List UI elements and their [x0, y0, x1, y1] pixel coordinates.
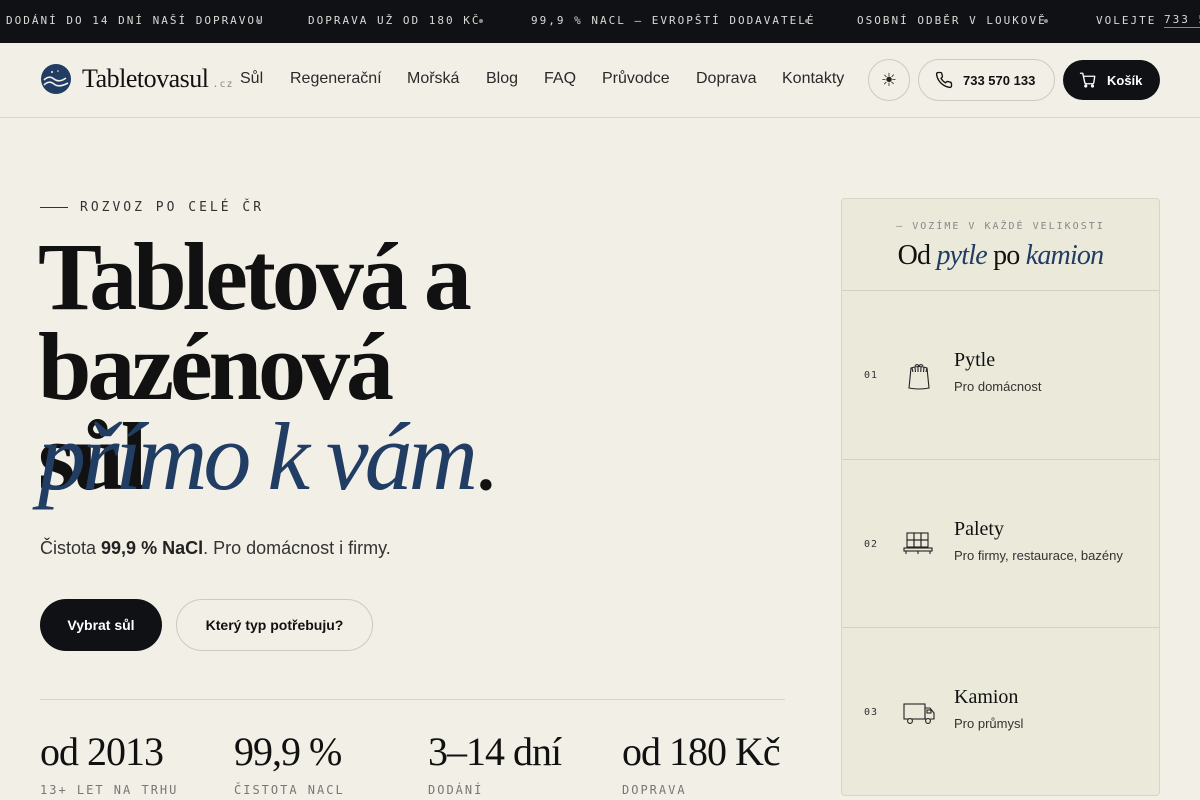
size-option-bags[interactable]: 01 Pytle Pro domácnost: [842, 291, 1159, 460]
stat-delivery: 3–14 dní DODÁNÍ: [428, 728, 562, 797]
ticker-separator: [1044, 19, 1048, 23]
site-header: Tabletovasul .cz Sůl Regenerační Mořská …: [0, 43, 1200, 118]
row-number: 02: [864, 538, 879, 550]
eyebrow-line: [40, 207, 68, 208]
ticker-item: DOPRAVA UŽ OD 180 KČ: [308, 14, 481, 27]
nav-item-blog[interactable]: Blog: [486, 70, 518, 88]
stat-purity: 99,9 % ČISTOTA NACL: [234, 728, 345, 797]
hero-accent-dot: .: [473, 403, 498, 510]
ticker-separator: [479, 19, 483, 23]
subtitle-bold: 99,9 % NaCl: [101, 538, 204, 558]
stat-value: od 180 Kč: [622, 729, 781, 774]
ticker-call-label: VOLEJTE: [1096, 14, 1157, 27]
subtitle-post: . Pro domácnost i firmy.: [203, 538, 391, 558]
stats-divider: [40, 699, 785, 700]
row-name: Kamion: [954, 686, 1019, 708]
nav-item-regeneracni[interactable]: Regenerační: [290, 70, 382, 88]
choose-salt-button[interactable]: Vybrat sůl: [40, 599, 162, 651]
row-desc: Pro průmysl: [954, 716, 1024, 731]
hero-subtitle: Čistota 99,9 % NaCl. Pro domácnost i fir…: [40, 538, 391, 559]
ticker-item: DODÁNÍ DO 14 DNÍ NAŠÍ DOPRAVOU: [6, 14, 265, 27]
logo[interactable]: Tabletovasul .cz: [40, 63, 234, 95]
hero-accent-text: přímo k vám: [38, 403, 478, 510]
ticker-item: 99,9 % NACL — EVROPŠTÍ DODAVATELÉ: [531, 14, 816, 27]
sizes-card: — VOZÍME V KAŽDÉ VELIKOSTI Od pytle po k…: [841, 198, 1160, 796]
row-name: Palety: [954, 517, 1004, 540]
ticker-separator: [805, 19, 809, 23]
cart-icon: [1079, 72, 1096, 88]
hero-eyebrow: ROZVOZ PO CELÉ ČR: [40, 200, 264, 215]
ticker-separator: [256, 19, 260, 23]
card-title-accent: pytle: [936, 240, 987, 271]
sack-icon: [908, 363, 930, 390]
nav-item-kontakty[interactable]: Kontakty: [782, 70, 844, 88]
sizes-card-header: — VOZÍME V KAŽDÉ VELIKOSTI Od pytle po k…: [842, 199, 1159, 291]
row-number: 03: [864, 707, 879, 718]
ticker-phone-link[interactable]: 733 5: [1164, 13, 1200, 28]
eyebrow-text: ROZVOZ PO CELÉ ČR: [80, 200, 265, 215]
stat-value: 3–14 dní: [428, 729, 562, 774]
truck-icon: [903, 703, 935, 724]
card-title: Od pytle po kamion: [842, 240, 1159, 272]
card-title-part: po: [986, 240, 1026, 271]
stat-label: DOPRAVA: [622, 783, 687, 797]
stat-value: 99,9 %: [234, 729, 342, 774]
row-name: Pytle: [954, 349, 996, 371]
nav-item-doprava[interactable]: Doprava: [696, 70, 756, 88]
cart-button[interactable]: Košík: [1063, 60, 1160, 100]
subtitle-pre: Čistota: [40, 538, 102, 558]
nav-item-pruvodce[interactable]: Průvodce: [602, 70, 670, 88]
size-option-truck[interactable]: 03 Kamion Pro průmysl: [842, 628, 1159, 797]
nav-item-faq[interactable]: FAQ: [544, 70, 576, 88]
row-desc: Pro domácnost: [954, 379, 1042, 394]
stat-shipping: od 180 Kč DOPRAVA: [622, 728, 781, 797]
which-type-button[interactable]: Který typ potřebuju?: [176, 599, 373, 651]
cart-label: Košík: [1107, 72, 1143, 88]
phone-button[interactable]: 733 570 133: [918, 59, 1055, 101]
row-number: 01: [864, 370, 879, 381]
hero-title-accent: přímo k vám.: [38, 409, 498, 505]
nav-item-sul[interactable]: Sůl: [240, 70, 263, 88]
stat-label: ČISTOTA NACL: [234, 783, 345, 797]
size-option-pallets[interactable]: 02 Palety Pro firmy, restaurace, bazény: [842, 460, 1159, 628]
phone-number: 733 570 133: [963, 72, 1036, 88]
nav-item-morska[interactable]: Mořská: [407, 70, 459, 88]
card-title-accent: kamion: [1025, 240, 1104, 271]
ticker-item: OSOBNÍ ODBĚR V LOUKOVĚ: [857, 14, 1047, 27]
logo-tld: .cz: [212, 78, 234, 90]
logo-text: Tabletovasul: [82, 64, 209, 93]
card-eyebrow: — VOZÍME V KAŽDÉ VELIKOSTI: [896, 221, 1105, 232]
wave-logo-icon: [41, 64, 71, 94]
phone-icon: [935, 71, 953, 89]
hero-title-line1: Tabletová a bazénová: [38, 223, 472, 420]
stat-label: 13+ LET NA TRHU: [40, 783, 179, 797]
row-desc: Pro firmy, restaurace, bazény: [954, 547, 1123, 563]
stat-value: od 2013: [40, 729, 164, 774]
card-title-part: Od: [897, 240, 937, 271]
stat-label: DODÁNÍ: [428, 783, 484, 797]
theme-toggle-button[interactable]: ☀: [868, 59, 910, 101]
announcement-ticker: DODÁNÍ DO 14 DNÍ NAŠÍ DOPRAVOU DOPRAVA U…: [0, 0, 1200, 43]
pallet-icon: [903, 531, 933, 554]
stat-years: od 2013 13+ LET NA TRHU: [40, 728, 178, 797]
sun-icon: ☀: [880, 69, 898, 90]
